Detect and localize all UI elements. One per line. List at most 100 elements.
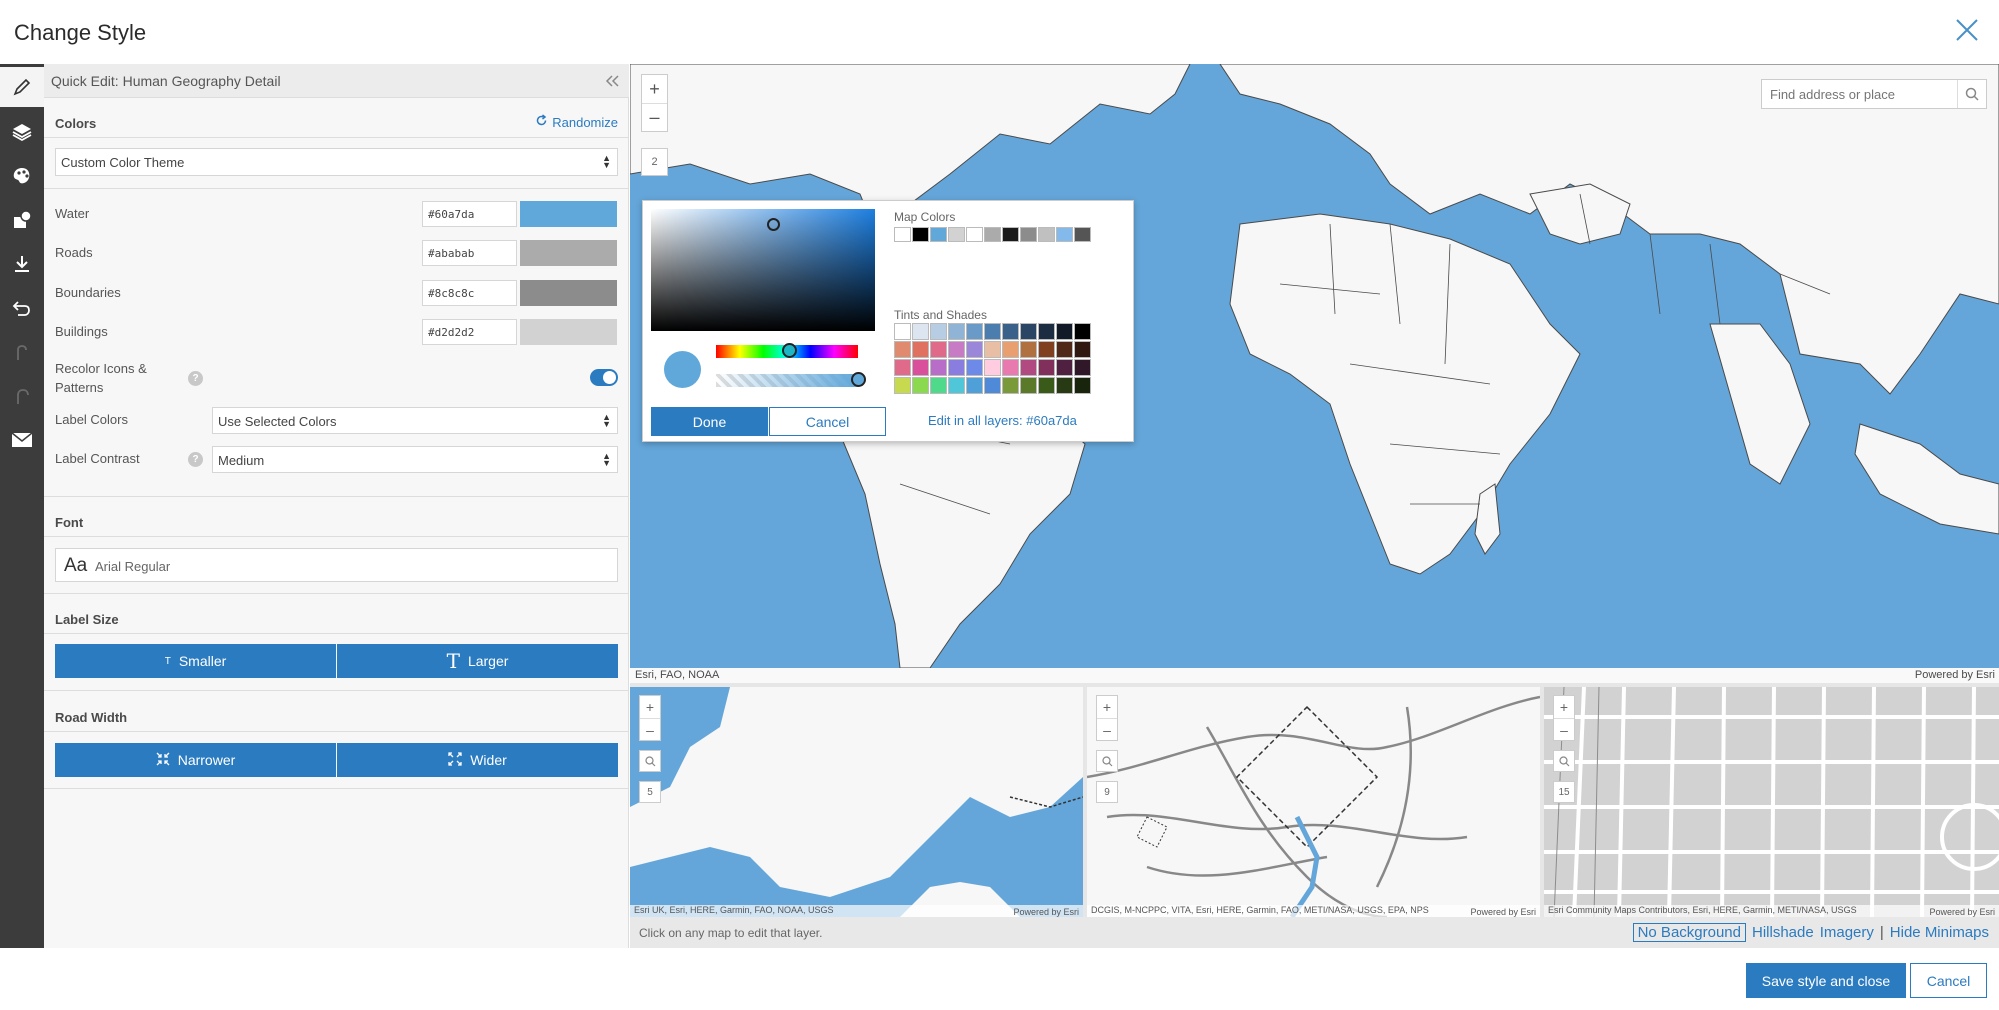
help-icon[interactable]: ?: [188, 371, 203, 386]
picker-done-button[interactable]: Done: [651, 407, 768, 436]
color-swatch[interactable]: [1002, 377, 1019, 394]
zoom-out-icon[interactable]: –: [640, 718, 660, 740]
color-swatch[interactable]: [930, 341, 947, 358]
zoom-in-icon[interactable]: +: [1554, 696, 1574, 718]
zoom-in-icon[interactable]: +: [1097, 696, 1117, 718]
color-swatch[interactable]: [984, 227, 1001, 242]
boundaries-swatch[interactable]: [520, 280, 617, 306]
label-contrast-select[interactable]: Medium ▲ ▼: [212, 446, 618, 473]
minimap-city[interactable]: + – 15 Esri Community Maps Contributors, …: [1544, 687, 1999, 917]
color-swatch[interactable]: [930, 359, 947, 376]
saturation-value-area[interactable]: [651, 209, 875, 331]
minimap-uk[interactable]: + – 5 Esri UK, Esri, HERE, Garmin, FAO, N…: [630, 687, 1083, 917]
zoom-out-icon[interactable]: –: [1554, 718, 1574, 740]
color-swatch[interactable]: [1074, 377, 1091, 394]
color-swatch[interactable]: [1002, 359, 1019, 376]
color-swatch[interactable]: [1038, 227, 1055, 242]
color-swatch[interactable]: [1038, 323, 1055, 340]
font-picker[interactable]: Aa Arial Regular: [55, 548, 618, 582]
color-swatch[interactable]: [1056, 377, 1073, 394]
color-swatch[interactable]: [1074, 341, 1091, 358]
color-swatch[interactable]: [984, 377, 1001, 394]
alpha-slider[interactable]: [716, 374, 858, 387]
download-icon[interactable]: [0, 244, 44, 284]
color-swatch[interactable]: [894, 227, 911, 242]
buildings-hex-input[interactable]: #d2d2d2: [422, 319, 517, 345]
larger-button[interactable]: T Larger: [337, 644, 618, 678]
water-hex-input[interactable]: #60a7da: [422, 201, 517, 227]
color-swatch[interactable]: [930, 377, 947, 394]
collapse-icon[interactable]: [603, 72, 621, 90]
undo-icon[interactable]: [0, 288, 44, 328]
buildings-swatch[interactable]: [520, 319, 617, 345]
help-icon[interactable]: ?: [188, 452, 203, 467]
zoom-out-icon[interactable]: –: [642, 103, 667, 131]
color-swatch[interactable]: [894, 341, 911, 358]
color-swatch[interactable]: [984, 323, 1001, 340]
color-swatch[interactable]: [1038, 359, 1055, 376]
cancel-button[interactable]: Cancel: [1910, 963, 1987, 998]
close-icon[interactable]: [1953, 16, 1981, 44]
wider-button[interactable]: Wider: [337, 743, 618, 777]
color-swatch[interactable]: [1056, 323, 1073, 340]
color-swatch[interactable]: [912, 377, 929, 394]
hillshade-link[interactable]: Hillshade: [1752, 924, 1814, 941]
mail-icon[interactable]: [0, 420, 44, 460]
color-swatch[interactable]: [1074, 227, 1091, 242]
roads-swatch[interactable]: [520, 240, 617, 266]
palette-icon[interactable]: [0, 156, 44, 196]
zoom-in-icon[interactable]: +: [642, 75, 667, 103]
no-background-link[interactable]: No Background: [1632, 923, 1746, 942]
label-colors-select[interactable]: Use Selected Colors ▲ ▼: [212, 407, 618, 434]
color-swatch[interactable]: [966, 341, 983, 358]
search-icon[interactable]: [1958, 80, 1986, 108]
color-swatch[interactable]: [930, 323, 947, 340]
color-swatch[interactable]: [894, 323, 911, 340]
color-swatch[interactable]: [966, 377, 983, 394]
color-theme-select[interactable]: Custom Color Theme ▲ ▼: [55, 148, 618, 176]
color-swatch[interactable]: [912, 359, 929, 376]
color-swatch[interactable]: [894, 359, 911, 376]
search-icon[interactable]: [1553, 750, 1575, 772]
imagery-link[interactable]: Imagery: [1820, 924, 1874, 941]
color-swatch[interactable]: [1056, 341, 1073, 358]
alpha-handle[interactable]: [851, 372, 866, 387]
style-icon[interactable]: [0, 200, 44, 240]
color-swatch[interactable]: [1020, 377, 1037, 394]
layers-icon[interactable]: [0, 112, 44, 152]
color-swatch[interactable]: [1056, 227, 1073, 242]
color-swatch[interactable]: [984, 341, 1001, 358]
search-icon[interactable]: [639, 750, 661, 772]
edit-all-layers-link[interactable]: Edit in all layers: #60a7da: [928, 413, 1077, 428]
search-icon[interactable]: [1096, 750, 1118, 772]
color-swatch[interactable]: [1074, 323, 1091, 340]
color-swatch[interactable]: [966, 359, 983, 376]
color-swatch[interactable]: [966, 227, 983, 242]
minimap-dc[interactable]: + – 9 DCGIS, M-NCPPC, VITA, Esri, HERE, G…: [1087, 687, 1540, 917]
color-swatch[interactable]: [948, 323, 965, 340]
recolor-toggle[interactable]: [590, 369, 618, 386]
color-swatch[interactable]: [1002, 341, 1019, 358]
water-swatch[interactable]: [520, 201, 617, 227]
color-swatch[interactable]: [948, 359, 965, 376]
narrower-button[interactable]: Narrower: [55, 743, 336, 777]
color-swatch[interactable]: [948, 377, 965, 394]
randomize-button[interactable]: Randomize: [535, 114, 618, 130]
color-swatch[interactable]: [1020, 359, 1037, 376]
smaller-button[interactable]: T Smaller: [55, 644, 336, 678]
search-input[interactable]: [1762, 80, 1958, 108]
color-swatch[interactable]: [1002, 227, 1019, 242]
color-swatch[interactable]: [1020, 227, 1037, 242]
color-swatch[interactable]: [1020, 341, 1037, 358]
color-swatch[interactable]: [894, 377, 911, 394]
pencil-icon[interactable]: [0, 67, 44, 107]
color-swatch[interactable]: [966, 323, 983, 340]
color-swatch[interactable]: [912, 341, 929, 358]
zoom-in-icon[interactable]: +: [640, 696, 660, 718]
picker-cancel-button[interactable]: Cancel: [769, 407, 886, 436]
save-and-close-button[interactable]: Save style and close: [1746, 963, 1906, 998]
zoom-out-icon[interactable]: –: [1097, 718, 1117, 740]
color-swatch[interactable]: [1056, 359, 1073, 376]
color-swatch[interactable]: [912, 323, 929, 340]
color-swatch[interactable]: [930, 227, 947, 242]
